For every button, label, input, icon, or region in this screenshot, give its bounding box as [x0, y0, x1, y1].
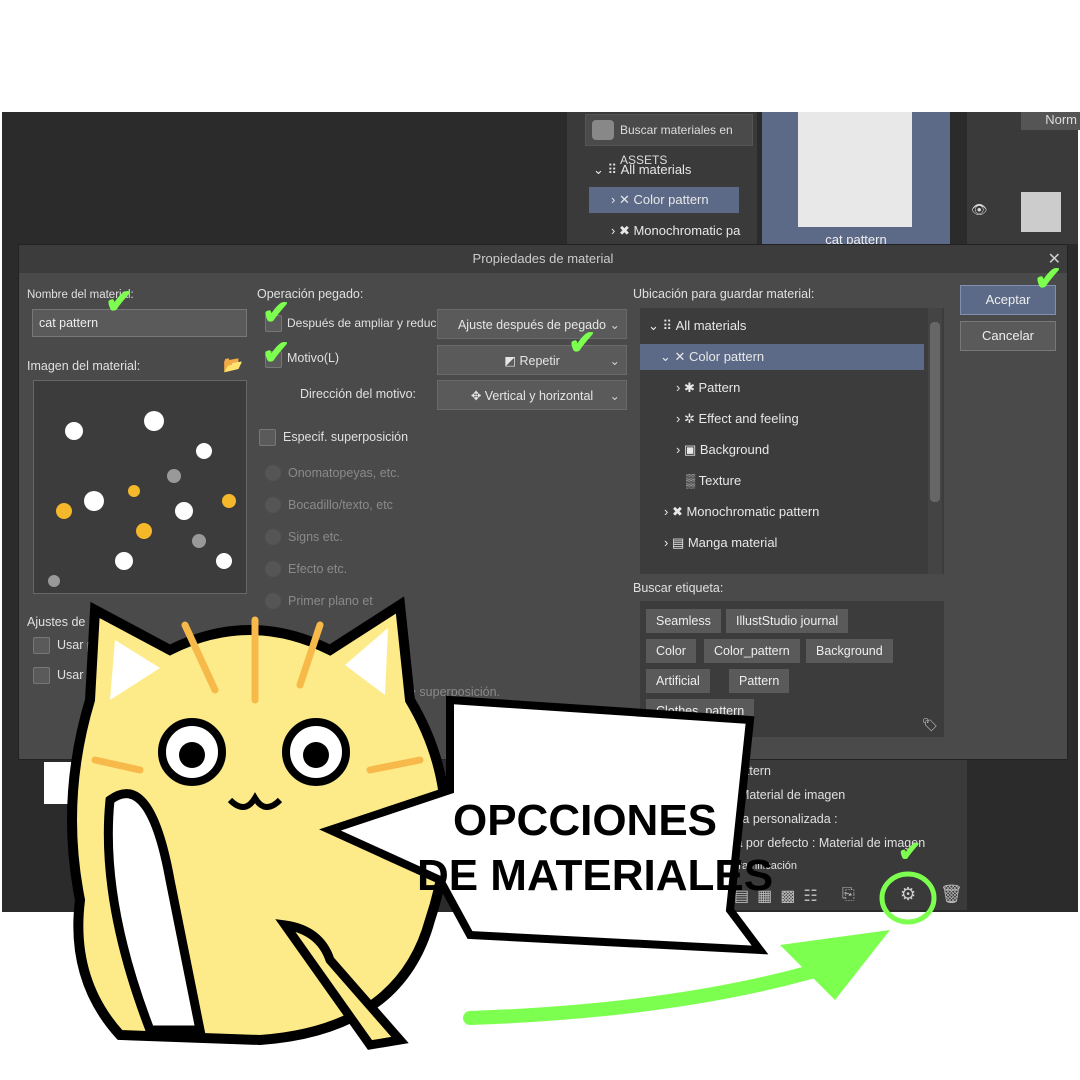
arrow-head [780, 930, 890, 1000]
highlight-circle [879, 871, 937, 925]
caption-line-1: OPCCIONES [453, 796, 717, 845]
arrow-shaft [463, 953, 857, 1025]
cat-illustration: OPCCIONES DE MATERIALES [67, 596, 937, 1050]
caption-line-2: DE MATERIALES [417, 851, 773, 900]
